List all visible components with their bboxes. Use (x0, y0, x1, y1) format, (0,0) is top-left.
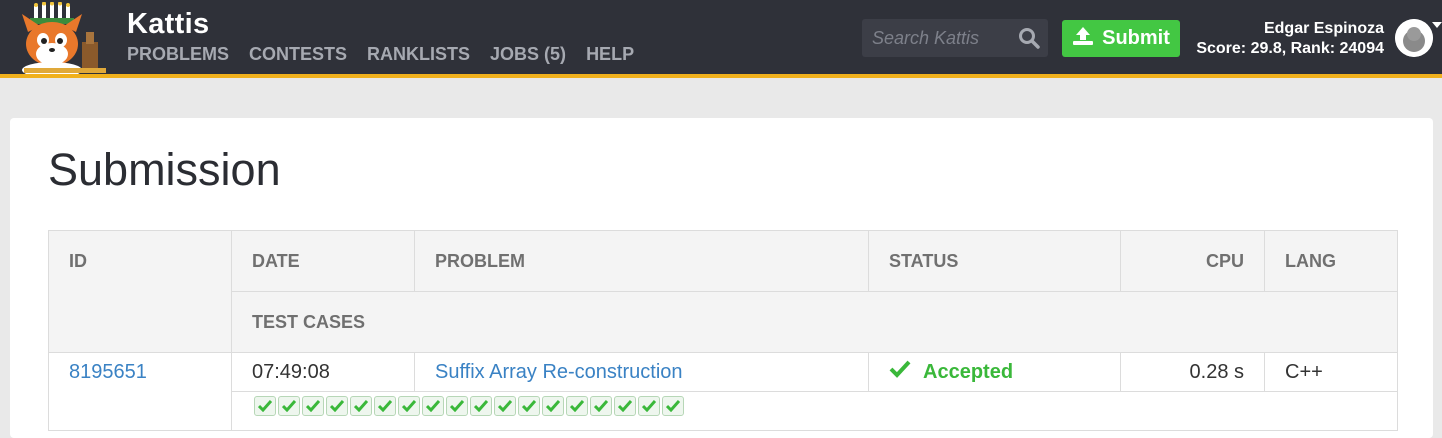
test-case-pass-icon[interactable] (638, 396, 660, 416)
search-box (862, 19, 1048, 57)
test-case-pass-icon[interactable] (494, 396, 516, 416)
nav-help[interactable]: HELP (586, 44, 634, 65)
brand-name[interactable]: Kattis (127, 8, 209, 41)
nav-problems[interactable]: PROBLEMS (127, 44, 229, 65)
test-case-pass-icon[interactable] (470, 396, 492, 416)
problem-link[interactable]: Suffix Array Re-construction (414, 352, 869, 392)
check-icon (889, 360, 911, 384)
search-input[interactable] (862, 19, 1022, 57)
col-test-cases: TEST CASES (231, 291, 1398, 353)
table-row: 8195651 07:49:08 Suffix Array Re-constru… (48, 352, 1398, 431)
avatar[interactable] (1395, 19, 1433, 57)
top-navbar: Kattis PROBLEMS CONTESTS RANKLISTS JOBS … (0, 0, 1442, 78)
search-icon[interactable] (1018, 27, 1040, 49)
col-lang: LANG (1264, 230, 1398, 292)
submit-button[interactable]: Submit (1062, 20, 1180, 57)
test-case-pass-icon[interactable] (542, 396, 564, 416)
submission-card: Submission ID DATE PROBLEM STATUS CPU LA… (10, 118, 1433, 438)
test-case-pass-icon[interactable] (662, 396, 684, 416)
submission-id-link[interactable]: 8195651 (48, 352, 232, 431)
test-case-pass-icon[interactable] (254, 396, 276, 416)
cpu-time: 0.28 s (1120, 352, 1265, 392)
col-date: DATE (231, 230, 415, 292)
test-case-list (254, 392, 1377, 416)
col-cpu: CPU (1120, 230, 1265, 292)
language: C++ (1264, 352, 1398, 392)
user-name[interactable]: Edgar Espinoza (1264, 20, 1384, 38)
test-case-pass-icon[interactable] (302, 396, 324, 416)
test-case-pass-icon[interactable] (446, 396, 468, 416)
user-score: Score: 29.8, Rank: 24094 (1196, 40, 1384, 57)
kattis-logo[interactable] (12, 1, 112, 78)
main-nav: PROBLEMS CONTESTS RANKLISTS JOBS (5) HEL… (127, 44, 634, 65)
test-case-pass-icon[interactable] (350, 396, 372, 416)
upload-icon (1072, 26, 1094, 52)
status-badge: Accepted (923, 360, 1014, 383)
status-cell: Accepted (868, 352, 1121, 392)
nav-ranklists[interactable]: RANKLISTS (367, 44, 470, 65)
col-id: ID (48, 230, 232, 353)
nav-jobs[interactable]: JOBS (5) (490, 44, 566, 65)
test-case-pass-icon[interactable] (566, 396, 588, 416)
submission-table: ID DATE PROBLEM STATUS CPU LANG TEST CAS… (48, 230, 1398, 431)
page-title: Submission (48, 144, 281, 195)
test-case-pass-icon[interactable] (614, 396, 636, 416)
test-case-pass-icon[interactable] (326, 396, 348, 416)
test-case-pass-icon[interactable] (278, 396, 300, 416)
test-case-pass-icon[interactable] (398, 396, 420, 416)
user-menu-caret-icon[interactable] (1432, 22, 1442, 28)
col-status: STATUS (868, 230, 1121, 292)
submission-date: 07:49:08 (231, 352, 415, 392)
col-problem: PROBLEM (414, 230, 869, 292)
nav-contests[interactable]: CONTESTS (249, 44, 347, 65)
test-case-pass-icon[interactable] (590, 396, 612, 416)
test-case-pass-icon[interactable] (374, 396, 396, 416)
test-case-pass-icon[interactable] (518, 396, 540, 416)
test-case-pass-icon[interactable] (422, 396, 444, 416)
submit-label: Submit (1102, 27, 1170, 49)
